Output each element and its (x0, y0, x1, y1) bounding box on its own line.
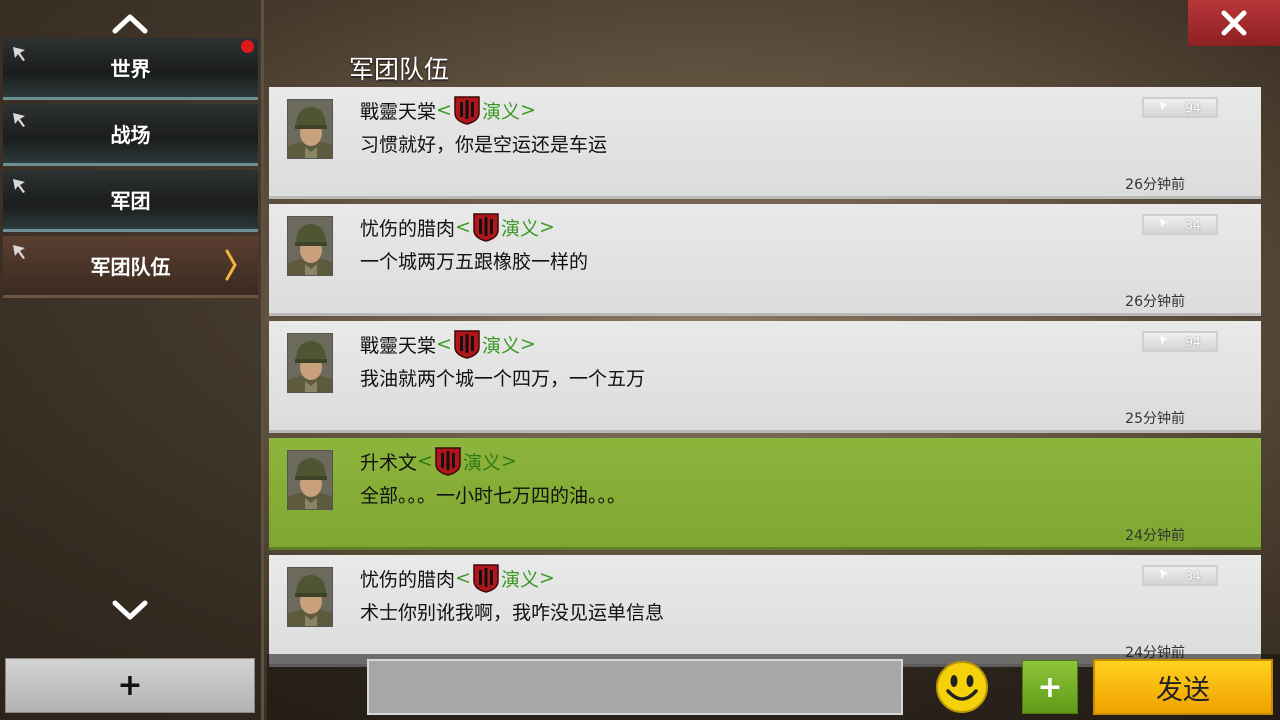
channel-tab-label: 军团队伍 (90, 255, 171, 279)
emblem-icon (434, 446, 462, 476)
channel-sidebar: 世界 战场 军团 军团队伍 + (0, 0, 264, 720)
guild-bracket-close: > (538, 567, 555, 589)
sender-name[interactable]: 升术文 (360, 448, 417, 475)
message-header: 戰靈天棠 < 演义 > (360, 329, 536, 359)
rank-icon (1159, 334, 1185, 349)
guild-bracket-open: < (455, 216, 471, 238)
pin-icon (11, 176, 29, 200)
attach-button[interactable]: + (1022, 660, 1078, 714)
message-time: 26分钟前 (1125, 294, 1185, 310)
sender-name[interactable]: 忧伤的腊肉 (360, 565, 455, 592)
emoji-button[interactable] (935, 660, 989, 714)
guild-name: 演义 (500, 568, 539, 591)
rank-badge: 94 (1142, 97, 1218, 118)
avatar[interactable] (287, 99, 333, 159)
avatar[interactable] (287, 567, 333, 627)
rank-icon (1159, 217, 1185, 232)
message-time: 25分钟前 (1125, 411, 1185, 427)
message-text: 一个城两万五跟橡胶一样的 (360, 251, 589, 273)
page-title: 军团队伍 (349, 55, 450, 84)
emblem-icon (453, 329, 481, 359)
message-header: 升术文 < 演义 > (360, 446, 517, 476)
pin-icon (11, 44, 29, 68)
channel-tab-legion-team[interactable]: 军团队伍 (3, 236, 258, 298)
pin-icon (11, 242, 29, 266)
channel-tab-world[interactable]: 世界 (3, 38, 258, 100)
add-channel-button[interactable]: + (5, 658, 255, 713)
rank-value: 34 (1185, 217, 1201, 232)
channel-tab-legion[interactable]: 军团 (3, 170, 258, 232)
avatar[interactable] (287, 216, 333, 276)
guild-name: 演义 (481, 334, 520, 357)
guild-name: 演义 (481, 100, 520, 123)
rank-icon (1159, 568, 1185, 583)
guild-bracket-close: > (519, 333, 536, 355)
message-header: 忧伤的腊肉 < 演义 > (360, 563, 555, 593)
message-text: 习惯就好，你是空运还是车运 (360, 134, 608, 156)
message-item[interactable]: 戰靈天棠 < 演义 > 习惯就好，你是空运还是车运 26分钟前 94 (269, 87, 1261, 199)
chevron-down-icon[interactable] (110, 596, 150, 626)
channel-tab-label: 世界 (110, 57, 151, 81)
avatar[interactable] (287, 450, 333, 510)
message-header: 戰靈天棠 < 演义 > (360, 95, 536, 125)
message-item[interactable]: 忧伤的腊肉 < 演义 > 一个城两万五跟橡胶一样的 26分钟前 34 (269, 204, 1261, 316)
guild-name: 演义 (462, 451, 501, 474)
channel-tab-label: 军团 (110, 189, 151, 213)
channel-tab-label: 战场 (110, 123, 151, 147)
channel-tab-battlefield[interactable]: 战场 (3, 104, 258, 166)
emblem-icon (472, 563, 500, 593)
emblem-icon (453, 95, 481, 125)
guild-name: 演义 (500, 217, 539, 240)
close-icon (1221, 10, 1247, 36)
sender-name[interactable]: 戰靈天棠 (360, 331, 436, 358)
unread-dot-icon (241, 40, 254, 53)
rank-icon (1159, 100, 1185, 115)
rank-value: 94 (1185, 100, 1201, 115)
emblem-icon (472, 212, 500, 242)
message-time: 24分钟前 (1125, 528, 1185, 544)
message-time: 26分钟前 (1125, 177, 1185, 193)
rank-value: 34 (1185, 568, 1201, 583)
message-text: 我油就两个城一个四万，一个五万 (360, 368, 646, 390)
message-item[interactable]: 戰靈天棠 < 演义 > 我油就两个城一个四万，一个五万 25分钟前 94 (269, 321, 1261, 433)
guild-bracket-open: < (455, 567, 471, 589)
sender-name[interactable]: 忧伤的腊肉 (360, 214, 455, 241)
rank-badge: 34 (1142, 565, 1218, 586)
message-item[interactable]: 升术文 < 演义 > 全部。。。一小时七万四的油。。。 24分钟前 (269, 438, 1261, 550)
smiley-icon (936, 661, 988, 713)
rank-badge: 34 (1142, 214, 1218, 235)
avatar[interactable] (287, 333, 333, 393)
chevron-up-icon[interactable] (110, 8, 150, 38)
guild-bracket-close: > (519, 99, 536, 121)
sender-name[interactable]: 戰靈天棠 (360, 97, 436, 124)
message-item[interactable]: 忧伤的腊肉 < 演义 > 术士你别讹我啊，我咋没见运单信息 24分钟前 34 (269, 555, 1261, 667)
send-button[interactable]: 发送 (1093, 659, 1273, 715)
message-header: 忧伤的腊肉 < 演义 > (360, 212, 555, 242)
rank-badge: 94 (1142, 331, 1218, 352)
guild-bracket-close: > (538, 216, 555, 238)
guild-bracket-close: > (500, 450, 517, 472)
guild-bracket-open: < (417, 450, 433, 472)
guild-bracket-open: < (436, 333, 452, 355)
rank-value: 94 (1185, 334, 1201, 349)
pin-icon (11, 110, 29, 134)
guild-bracket-open: < (436, 99, 452, 121)
message-text: 全部。。。一小时七万四的油。。。 (360, 485, 627, 507)
message-text: 术士你别讹我啊，我咋没见运单信息 (360, 602, 665, 624)
chat-input[interactable] (367, 659, 903, 715)
chevron-right-icon (224, 248, 238, 287)
close-button[interactable] (1188, 0, 1280, 46)
